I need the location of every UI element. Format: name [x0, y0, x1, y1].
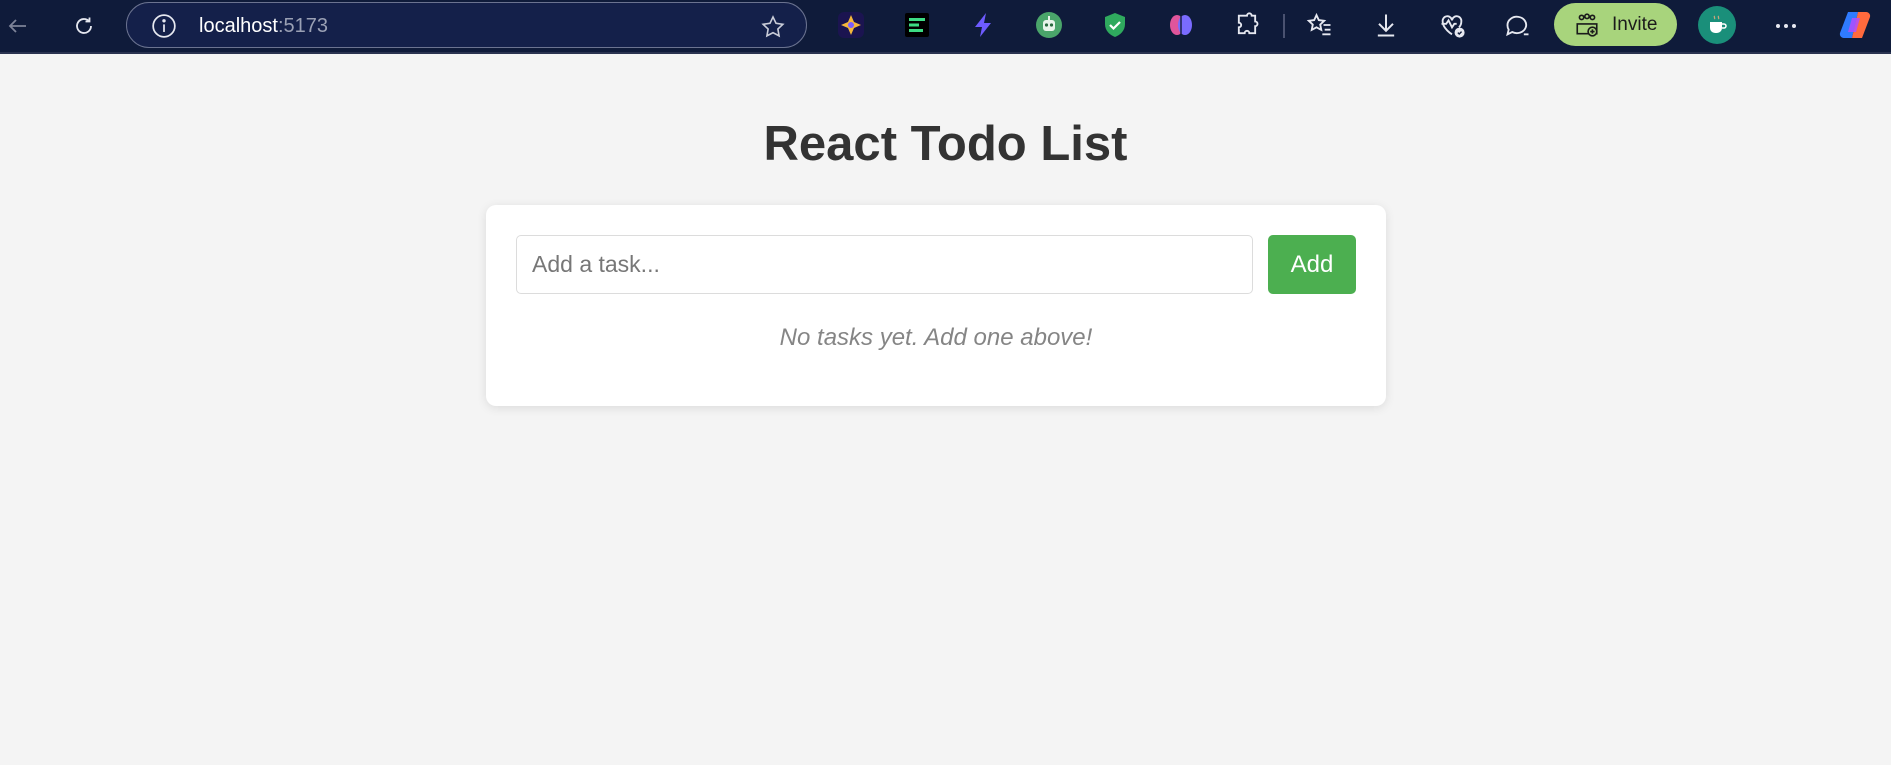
add-task-button[interactable]: Add [1268, 235, 1356, 294]
site-info-icon[interactable] [151, 13, 177, 39]
favorites-icon[interactable] [1305, 10, 1335, 40]
bolt-extension-icon[interactable] [968, 10, 998, 40]
back-button[interactable] [0, 8, 36, 44]
coffee-cup-icon [1710, 15, 1727, 33]
reload-icon [76, 17, 92, 34]
reader-extension-icon[interactable] [902, 10, 932, 40]
task-input[interactable] [516, 235, 1253, 294]
invite-button[interactable]: Invite [1554, 3, 1677, 46]
sparkle-extension-icon[interactable] [836, 10, 866, 40]
add-favorite-star-icon[interactable] [760, 14, 786, 40]
browser-toolbar: localhost:5173 Invite [0, 0, 1891, 54]
profile-avatar[interactable] [1698, 6, 1736, 44]
back-arrow-icon [8, 19, 26, 33]
url-port: :5173 [277, 15, 328, 37]
chat-icon[interactable] [1503, 10, 1533, 40]
health-icon[interactable] [1437, 10, 1467, 40]
robot-extension-icon[interactable] [1034, 10, 1064, 40]
url-text[interactable]: localhost:5173 [199, 14, 328, 38]
address-bar[interactable]: localhost:5173 [126, 2, 807, 48]
page-title: React Todo List [763, 117, 1128, 171]
reload-button[interactable] [66, 8, 102, 44]
toolbar-divider [1283, 14, 1285, 38]
more-options-icon[interactable] [1770, 10, 1802, 42]
copilot-icon[interactable] [1838, 8, 1872, 42]
people-add-icon [1576, 12, 1598, 37]
puzzle-icon[interactable] [1232, 10, 1262, 40]
invite-label: Invite [1612, 13, 1658, 35]
download-icon[interactable] [1371, 10, 1401, 40]
shield-extension-icon[interactable] [1100, 10, 1130, 40]
brain-extension-icon[interactable] [1166, 10, 1196, 40]
empty-state-message: No tasks yet. Add one above! [779, 324, 1093, 351]
url-host: localhost [199, 15, 278, 37]
todo-card: Add No tasks yet. Add one above! [486, 205, 1386, 406]
